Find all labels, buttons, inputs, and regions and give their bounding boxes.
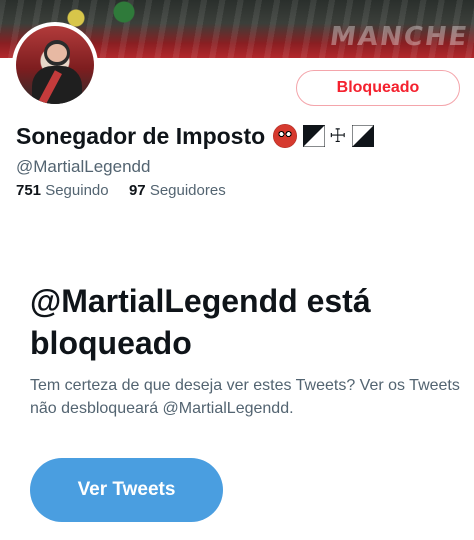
display-name-row: Sonegador de Imposto ☩ bbox=[16, 119, 375, 153]
avatar[interactable] bbox=[12, 22, 98, 108]
following-count: 751 bbox=[16, 182, 42, 199]
display-name: Sonegador de Imposto bbox=[16, 122, 266, 149]
user-handle: @MartialLegendd bbox=[16, 157, 151, 176]
ogre-emoji-icon bbox=[273, 124, 298, 148]
following-link[interactable]: 751 Seguindo bbox=[16, 182, 113, 199]
blocked-description: Tem certeza de que deseja ver estes Twee… bbox=[30, 377, 460, 417]
avatar-face bbox=[47, 44, 67, 62]
follow-stats: 751 Seguindo 97 Seguidores bbox=[16, 182, 226, 199]
followers-count: 97 bbox=[128, 182, 146, 199]
cross-icon: ☩ bbox=[329, 125, 347, 147]
blocked-title: @MartialLegendd está bloqueado bbox=[30, 283, 371, 361]
banner-stand-text: MANCHE bbox=[327, 22, 471, 52]
black-white-flag-icon bbox=[303, 125, 326, 147]
black-white-flag-icon-2 bbox=[352, 125, 375, 147]
followers-link[interactable]: 97 Seguidores bbox=[129, 182, 226, 199]
view-tweets-button[interactable]: Ver Tweets bbox=[30, 458, 223, 522]
following-label: Seguindo bbox=[45, 182, 109, 199]
blocked-button[interactable]: Bloqueado bbox=[296, 70, 460, 106]
followers-label: Seguidores bbox=[149, 182, 226, 199]
